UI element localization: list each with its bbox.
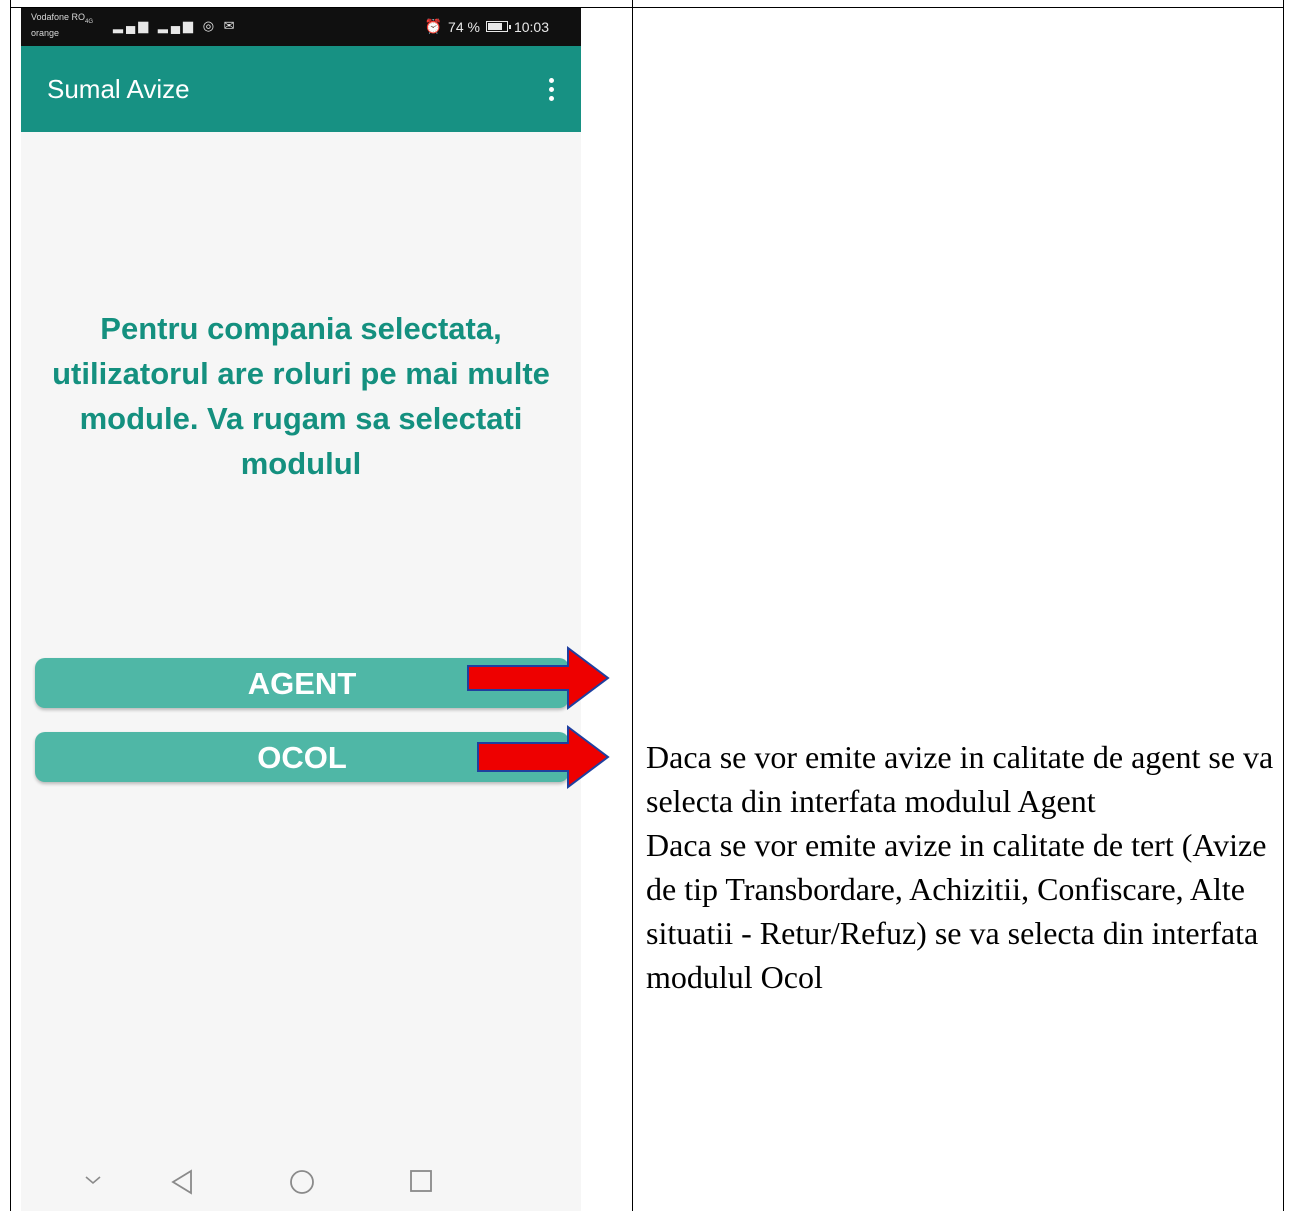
clock: 10:03 xyxy=(513,18,549,35)
carrier-primary: Vodafone RO xyxy=(31,12,86,22)
navigation-bar xyxy=(21,1156,581,1211)
status-right: ⏰ 74 % 10:03 xyxy=(425,18,549,35)
whatsapp-icon: ◎ xyxy=(202,18,218,33)
table-border-middle xyxy=(632,0,633,1211)
table-border-left xyxy=(10,0,11,1211)
status-bar: Vodafone RO4G orange ▂▄▆ ▂▄▆ ◎ ✉ ⏰ 74 % … xyxy=(21,8,581,46)
agent-description: Daca se vor emite avize in calitate de a… xyxy=(646,739,1274,819)
signal-icon-2: ▂▄▆ xyxy=(157,18,197,33)
overflow-menu-icon[interactable] xyxy=(549,78,555,105)
app-bar: Sumal Avize xyxy=(21,46,581,132)
signal-icon: ▂▄▆ xyxy=(113,18,152,33)
home-icon[interactable] xyxy=(288,1168,316,1196)
network-type: 4G xyxy=(85,18,94,25)
module-description: Daca se vor emite avize in calitate de a… xyxy=(646,735,1276,999)
chevron-down-icon[interactable] xyxy=(81,1168,105,1192)
alarm-icon: ⏰ xyxy=(424,18,443,34)
module-selection-message: Pentru compania selectata, utilizatorul … xyxy=(52,311,550,481)
app-title: Sumal Avize xyxy=(47,74,190,104)
back-icon[interactable] xyxy=(169,1168,195,1196)
arrow-to-agent-icon xyxy=(467,646,610,710)
arrow-to-ocol-icon xyxy=(477,725,610,789)
battery-icon xyxy=(485,21,511,32)
signal-icons: ▂▄▆ ▂▄▆ ◎ ✉ xyxy=(113,18,238,34)
carrier-label: Vodafone RO4G orange xyxy=(31,12,93,39)
battery-percent: 74 % xyxy=(448,18,480,35)
recents-icon[interactable] xyxy=(408,1168,434,1194)
ocol-description: Daca se vor emite avize in calitate de t… xyxy=(646,827,1267,995)
table-border-right xyxy=(1283,0,1284,1211)
phone-screenshot: Vodafone RO4G orange ▂▄▆ ▂▄▆ ◎ ✉ ⏰ 74 % … xyxy=(21,8,581,1211)
mail-icon: ✉ xyxy=(223,18,238,33)
carrier-secondary: orange xyxy=(31,27,60,38)
